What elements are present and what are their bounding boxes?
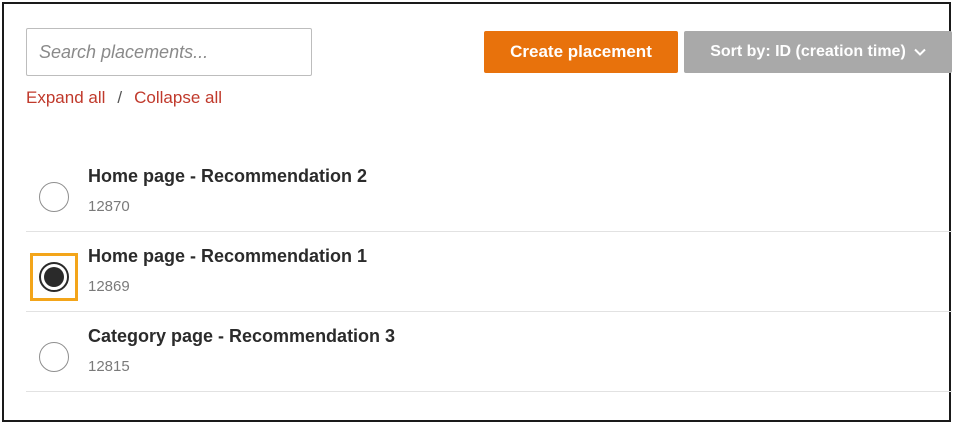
radio-button[interactable] <box>39 262 69 292</box>
expand-all-link[interactable]: Expand all <box>26 88 105 107</box>
placement-row[interactable]: Home page - Recommendation 2 12870 <box>26 152 952 232</box>
placement-id: 12869 <box>88 278 130 295</box>
placement-id: 12815 <box>88 358 130 375</box>
placement-row[interactable]: Home page - Recommendation 1 12869 <box>26 232 952 312</box>
radio-selected-dot <box>44 267 64 287</box>
placement-name: Home page - Recommendation 2 <box>88 166 368 186</box>
radio-button[interactable] <box>39 342 69 372</box>
expand-collapse-links: Expand all / Collapse all <box>26 88 222 108</box>
sort-label: Sort by: ID (creation time) <box>710 43 906 60</box>
placement-radio[interactable] <box>30 333 78 381</box>
placement-name: Home page - Recommendation 1 <box>88 246 368 266</box>
create-placement-button[interactable]: Create placement <box>484 31 678 73</box>
collapse-all-link[interactable]: Collapse all <box>134 88 222 107</box>
chevron-down-icon <box>914 48 926 56</box>
placement-radio[interactable] <box>30 173 78 221</box>
placement-list: Home page - Recommendation 2 12870 Home … <box>26 152 952 392</box>
links-separator: / <box>117 88 123 107</box>
placement-row[interactable]: Category page - Recommendation 3 12815 <box>26 312 952 392</box>
radio-button[interactable] <box>39 182 69 212</box>
placement-name: Category page - Recommendation 3 <box>88 326 396 346</box>
placements-panel: Expand all / Collapse all Create placement… <box>2 2 952 422</box>
placement-id: 12870 <box>88 198 130 215</box>
sort-dropdown-button[interactable]: Sort by: ID (creation time) <box>684 31 952 73</box>
placement-radio[interactable] <box>30 253 78 301</box>
search-input[interactable] <box>26 28 312 76</box>
